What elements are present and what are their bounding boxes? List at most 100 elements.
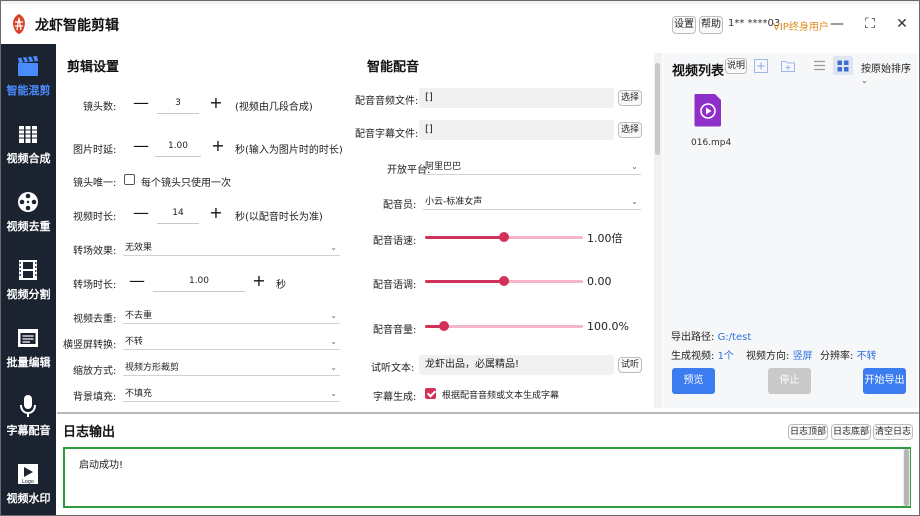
background-fill-label: 背景填充: bbox=[73, 392, 117, 403]
image-delay-plus-button[interactable]: + bbox=[210, 138, 226, 154]
sidebar-item-label: 智能混剪 bbox=[6, 84, 51, 97]
resolution-value[interactable]: 不转 bbox=[857, 351, 877, 362]
pitch-slider-handle[interactable] bbox=[499, 276, 509, 286]
add-file-icon[interactable] bbox=[753, 58, 769, 74]
video-length-plus-button[interactable]: + bbox=[208, 205, 224, 221]
settings-scrollbar[interactable] bbox=[654, 53, 662, 408]
add-folder-icon[interactable] bbox=[780, 58, 796, 74]
export-path-value[interactable]: G:/test bbox=[718, 332, 752, 343]
sidebar-item-video-split[interactable]: 视频分割 bbox=[1, 248, 56, 314]
export-path-row: 导出路径: G:/test bbox=[671, 328, 751, 343]
sidebar-item-smart-mix[interactable]: 智能混剪 bbox=[1, 44, 56, 110]
chevron-down-icon: ⌄ bbox=[861, 76, 868, 85]
log-output-box[interactable]: 启动成功! bbox=[63, 447, 911, 508]
direction-label: 视频方向: bbox=[746, 351, 790, 362]
speed-slider[interactable] bbox=[425, 232, 583, 242]
shot-count-plus-button[interactable]: + bbox=[208, 95, 224, 111]
gen-count-row: 生成视频: 1个 bbox=[671, 347, 734, 362]
chevron-down-icon: ⌄ bbox=[631, 162, 638, 171]
log-top-button[interactable]: 日志顶部 bbox=[788, 424, 828, 440]
direction-value[interactable]: 竖屏 bbox=[793, 351, 813, 362]
pitch-slider[interactable] bbox=[425, 276, 583, 286]
video-file-icon[interactable] bbox=[693, 93, 723, 127]
log-bottom-button[interactable]: 日志底部 bbox=[831, 424, 871, 440]
platform-select[interactable]: 阿里巴巴 ⌄ bbox=[423, 159, 641, 175]
resolution-row: 分辨率: 不转 bbox=[820, 347, 877, 362]
stop-button[interactable]: 停止 bbox=[768, 368, 811, 394]
speaker-select[interactable]: 小云-标准女声 ⌄ bbox=[423, 194, 641, 210]
sample-play-button[interactable]: 试听 bbox=[618, 357, 642, 373]
transition-length-plus-button[interactable]: + bbox=[251, 273, 267, 289]
transition-length-unit: 秒 bbox=[276, 280, 286, 291]
start-export-button[interactable]: 开始导出 bbox=[863, 368, 906, 394]
chevron-down-icon: ⌄ bbox=[330, 363, 337, 372]
sidebar-item-label: 视频合成 bbox=[6, 152, 51, 165]
film-stack-icon bbox=[19, 126, 37, 143]
background-fill-select[interactable]: 不填充 ⌄ bbox=[123, 386, 340, 402]
app-window: 龙虾智能剪辑 设置 帮助 1** ****03 VIP终身用户 — ⛶ ✕ 智能… bbox=[0, 0, 920, 516]
sidebar-item-video-dedup[interactable]: 视频去重 bbox=[1, 180, 56, 246]
maximize-button[interactable]: ⛶ bbox=[859, 13, 881, 35]
video-length-minus-button[interactable]: — bbox=[133, 205, 149, 221]
chevron-down-icon: ⌄ bbox=[631, 197, 638, 206]
settings-scrollbar-thumb[interactable] bbox=[655, 63, 660, 155]
speed-label: 配音语速: bbox=[373, 236, 417, 247]
app-title: 龙虾智能剪辑 bbox=[35, 18, 119, 34]
speaker-label: 配音员: bbox=[383, 200, 417, 211]
orientation-label: 横竖屏转换: bbox=[63, 340, 117, 351]
chevron-down-icon: ⌄ bbox=[330, 311, 337, 320]
subtitle-gen-option: 根据配音音频或文本生成字幕 bbox=[442, 391, 560, 401]
image-delay-minus-button[interactable]: — bbox=[133, 138, 149, 154]
transition-select[interactable]: 无效果 ⌄ bbox=[123, 240, 340, 256]
video-length-input[interactable]: 14 bbox=[157, 202, 199, 224]
log-scrollbar[interactable] bbox=[903, 449, 910, 506]
dedup-value: 不去重 bbox=[125, 311, 153, 321]
transition-length-label: 转场时长: bbox=[73, 280, 117, 291]
speed-slider-handle[interactable] bbox=[499, 232, 509, 242]
log-scrollbar-thumb[interactable] bbox=[904, 449, 909, 506]
video-list-help-button[interactable]: 说明 bbox=[725, 58, 747, 74]
shot-count-input[interactable]: 3 bbox=[157, 92, 199, 114]
sidebar-item-batch-edit[interactable]: 批量编辑 bbox=[1, 316, 56, 382]
sidebar-item-subtitle-dub[interactable]: 字幕配音 bbox=[1, 384, 56, 450]
smart-voice-title: 智能配音 bbox=[367, 60, 420, 75]
sample-text-input[interactable]: 龙虾出品，必属精品! bbox=[419, 355, 614, 375]
minimize-button[interactable]: — bbox=[826, 13, 848, 35]
orientation-select[interactable]: 不转 ⌄ bbox=[123, 334, 340, 350]
export-path-label: 导出路径: bbox=[671, 332, 715, 343]
shot-count-minus-button[interactable]: — bbox=[133, 95, 149, 111]
volume-slider-handle[interactable] bbox=[438, 321, 449, 331]
preview-button[interactable]: 预览 bbox=[672, 368, 715, 394]
sidebar-item-label: 批量编辑 bbox=[6, 356, 51, 369]
transition-length-minus-button[interactable]: — bbox=[129, 273, 145, 289]
unique-shot-checkbox[interactable] bbox=[124, 174, 135, 185]
dedup-select[interactable]: 不去重 ⌄ bbox=[123, 308, 340, 324]
settings-button[interactable]: 设置 bbox=[672, 16, 696, 34]
video-file-name: 016.mp4 bbox=[691, 138, 732, 148]
clapperboard-icon bbox=[18, 56, 38, 76]
audio-file-select-button[interactable]: 选择 bbox=[618, 90, 642, 106]
subtitle-file-select-button[interactable]: 选择 bbox=[618, 122, 642, 138]
image-delay-input[interactable]: 1.00 bbox=[155, 135, 201, 157]
list-view-icon[interactable] bbox=[813, 59, 826, 72]
subtitle-file-input[interactable]: [] bbox=[419, 120, 614, 140]
volume-slider[interactable] bbox=[425, 321, 583, 331]
grid-view-button[interactable] bbox=[833, 56, 853, 75]
transition-length-input[interactable]: 1.00 bbox=[153, 270, 245, 292]
audio-file-input[interactable]: [] bbox=[419, 88, 614, 108]
scale-select[interactable]: 视频方形裁剪 ⌄ bbox=[123, 360, 340, 376]
sidebar-item-video-compose[interactable]: 视频合成 bbox=[1, 112, 56, 178]
gen-count-value[interactable]: 1个 bbox=[718, 351, 734, 362]
audio-file-label: 配音音频文件: bbox=[355, 96, 419, 107]
platform-value: 阿里巴巴 bbox=[425, 162, 462, 172]
close-button[interactable]: ✕ bbox=[891, 13, 913, 35]
sidebar-item-video-watermark[interactable]: Logo 视频水印 bbox=[1, 452, 56, 515]
edit-settings-title: 剪辑设置 bbox=[67, 60, 120, 75]
volume-label: 配音音量: bbox=[373, 325, 417, 336]
help-button[interactable]: 帮助 bbox=[699, 16, 723, 34]
sort-select[interactable]: 按原始排序 ⌄ bbox=[861, 60, 917, 86]
pitch-label: 配音语调: bbox=[373, 280, 417, 291]
subtitle-gen-checkbox[interactable] bbox=[425, 388, 436, 399]
sidebar: 智能混剪 视频合成 视频去重 视频分割 批量编辑 字幕配音 Logo 视频水印 bbox=[1, 44, 56, 515]
clear-log-button[interactable]: 清空日志 bbox=[873, 424, 913, 440]
